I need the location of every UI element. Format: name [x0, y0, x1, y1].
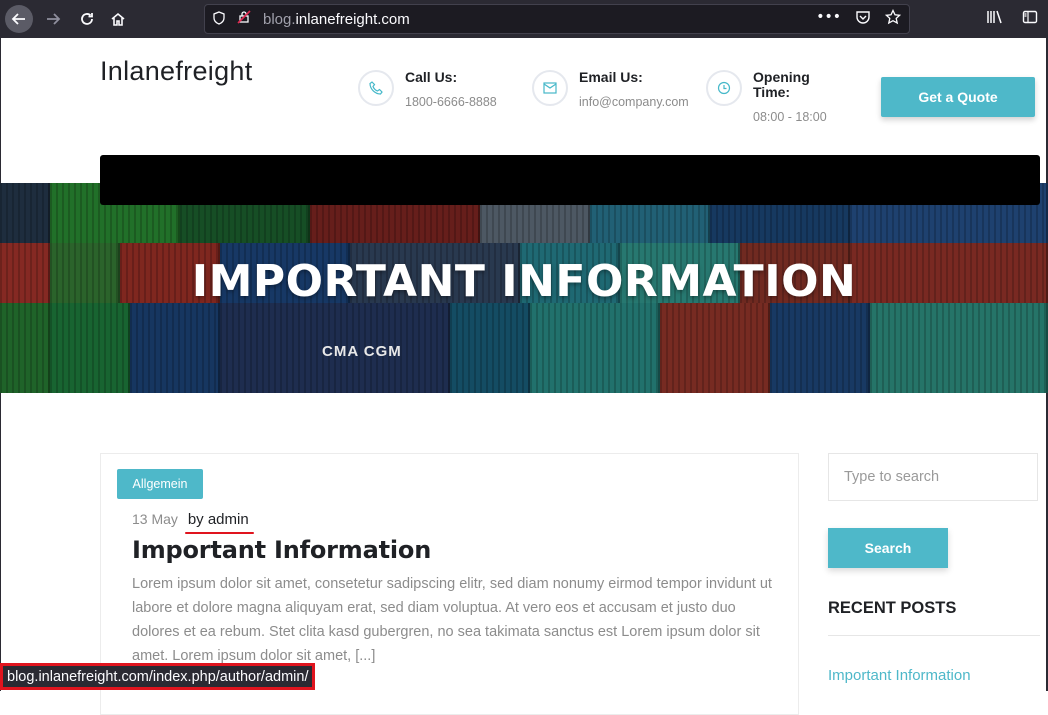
post-author-link[interactable]: by admin	[184, 511, 254, 534]
home-button[interactable]	[103, 4, 133, 34]
email-value: info@company.com	[579, 95, 689, 109]
home-icon	[111, 12, 125, 26]
status-url: blog.inlanefreight.com/index.php/author/…	[7, 668, 309, 685]
reload-icon	[81, 13, 93, 25]
clock-icon	[706, 70, 742, 106]
opening-time-block: Opening Time: 08:00 - 18:00	[706, 70, 827, 124]
back-button[interactable]	[5, 5, 33, 33]
category-badge[interactable]: Allgemein	[117, 469, 203, 499]
divider	[828, 635, 1040, 636]
sidebar-toggle-icon[interactable]	[1022, 9, 1038, 25]
url-prefix: blog.	[263, 10, 296, 28]
call-title: Call Us:	[405, 69, 458, 85]
hours-title-line2: Time:	[753, 84, 791, 100]
post-excerpt: Lorem ipsum dolor sit amet, consetetur s…	[132, 576, 772, 664]
search-button[interactable]: Search	[828, 528, 948, 568]
arrow-right-icon	[47, 13, 61, 25]
page-actions-menu-icon[interactable]: •••	[816, 9, 841, 25]
hours-value: 08:00 - 18:00	[753, 110, 827, 124]
post-author-label: by admin	[187, 511, 249, 528]
library-icon[interactable]	[986, 9, 1004, 25]
call-value: 1800-6666-8888	[405, 95, 497, 109]
pocket-icon[interactable]	[855, 9, 871, 25]
email-us-block: Email Us: info@company.com	[532, 70, 689, 109]
link-status-bar: blog.inlanefreight.com/index.php/author/…	[0, 663, 316, 690]
call-us-block: Call Us: 1800-6666-8888	[358, 70, 497, 109]
site-logo[interactable]: Inlanefreight	[100, 56, 253, 87]
recent-posts-heading: RECENT POSTS	[828, 599, 957, 617]
forward-button[interactable]	[38, 4, 68, 34]
search-input[interactable]	[828, 453, 1038, 501]
reload-button[interactable]	[72, 4, 102, 34]
recent-post-link[interactable]: Important Information	[828, 667, 971, 684]
get-a-quote-button[interactable]: Get a Quote	[881, 77, 1035, 117]
email-title: Email Us:	[579, 69, 643, 85]
address-bar[interactable]: blog.inlanefreight.com •••	[204, 4, 910, 34]
bookmark-star-icon[interactable]	[885, 9, 901, 25]
browser-toolbar: blog.inlanefreight.com •••	[0, 0, 1048, 38]
container-marking: CMA CGM	[322, 343, 402, 360]
url-text[interactable]: blog.inlanefreight.com	[263, 11, 410, 28]
hero-title: IMPORTANT INFORMATION	[191, 256, 857, 307]
url-domain: inlanefreight.com	[295, 10, 410, 28]
post-title[interactable]: Important Information	[132, 536, 431, 564]
post-date: 13 May	[132, 511, 178, 527]
main-navigation-bar[interactable]	[100, 155, 1040, 205]
author-underline-annotation	[184, 532, 254, 534]
insecure-lock-icon[interactable]	[237, 10, 251, 28]
phone-icon	[358, 70, 394, 106]
envelope-icon	[532, 70, 568, 106]
post-meta: 13 May by admin	[132, 511, 254, 534]
hours-title-line1: Opening	[753, 69, 810, 85]
hero-banner: CMA CGM IMPORTANT INFORMATION	[0, 183, 1048, 393]
arrow-left-icon	[11, 13, 25, 25]
shield-icon[interactable]	[213, 11, 227, 27]
